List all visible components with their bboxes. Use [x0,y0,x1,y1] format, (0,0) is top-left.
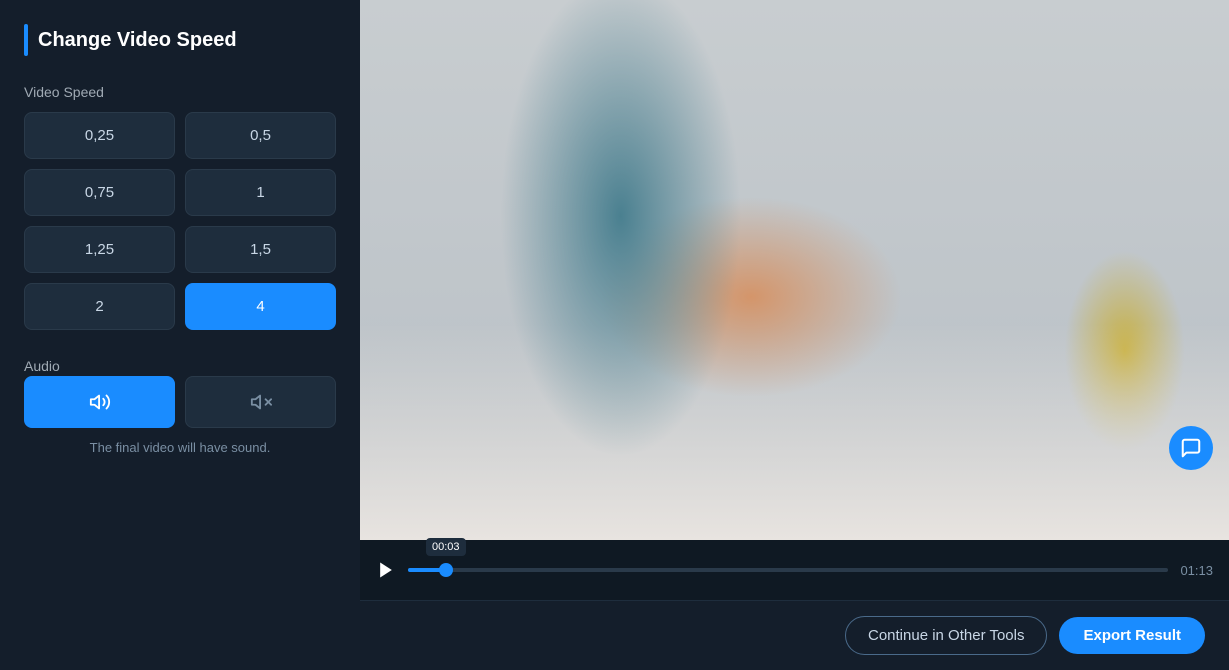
panel-title-wrapper: Change Video Speed [24,24,336,56]
speed-btn-125[interactable]: 1,25 [24,226,175,273]
speed-btn-15[interactable]: 1,5 [185,226,336,273]
speed-btn-4[interactable]: 4 [185,283,336,330]
video-area [360,0,1229,540]
audio-note: The final video will have sound. [24,440,336,455]
continue-other-tools-button[interactable]: Continue in Other Tools [845,616,1047,655]
left-panel: Change Video Speed Video Speed 0,25 0,5 … [0,0,360,670]
right-panel: 00:03 01:13 Continue in Other Tools Expo… [360,0,1229,670]
audio-on-button[interactable] [24,376,175,428]
speed-btn-1[interactable]: 1 [185,169,336,216]
chat-button[interactable] [1169,426,1213,470]
speed-btn-2[interactable]: 2 [24,283,175,330]
video-frame [360,0,1229,540]
bottom-bar: Continue in Other Tools Export Result [360,600,1229,670]
sound-on-icon [89,391,111,413]
time-display: 01:13 [1180,563,1213,578]
video-speed-label: Video Speed [24,84,336,100]
sound-off-icon [250,391,272,413]
play-button[interactable] [376,560,396,580]
blue-accent-bar [24,24,28,56]
export-result-button[interactable]: Export Result [1059,617,1205,654]
video-controls: 00:03 01:13 [360,540,1229,600]
speed-btn-05[interactable]: 0,5 [185,112,336,159]
audio-grid [24,376,336,428]
speed-btn-025[interactable]: 0,25 [24,112,175,159]
progress-track[interactable] [408,568,1168,572]
play-icon [376,560,396,580]
speed-grid: 0,25 0,5 0,75 1 1,25 1,5 2 4 [24,112,336,330]
progress-thumb[interactable] [439,563,453,577]
time-tooltip: 00:03 [426,538,466,556]
audio-section: Audio The final video will have sound. [24,358,336,455]
progress-bar-container[interactable]: 00:03 [408,568,1168,572]
panel-title: Change Video Speed [38,29,237,52]
audio-label: Audio [24,358,60,374]
speed-btn-075[interactable]: 0,75 [24,169,175,216]
audio-off-button[interactable] [185,376,336,428]
chat-icon [1180,437,1202,459]
